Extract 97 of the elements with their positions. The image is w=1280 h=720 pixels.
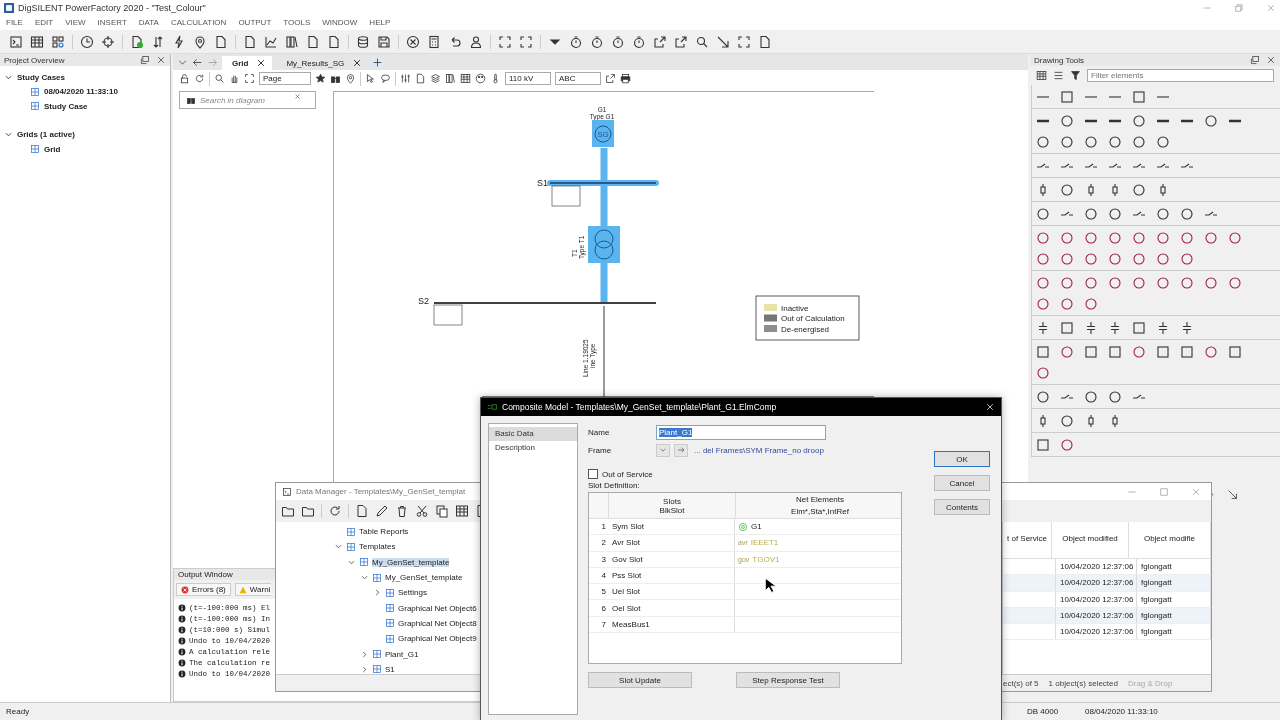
table-cell: IEEET1: [750, 538, 779, 548]
table-cell: TGOV1: [752, 554, 780, 564]
table-cell: 10/04/2020 12:37:06: [1056, 624, 1137, 640]
menu-item[interactable]: TOOLS: [283, 18, 311, 27]
panel-title: Project Overview: [4, 55, 65, 65]
tree-item[interactable]: S1: [385, 664, 395, 674]
tree-item[interactable]: Graphical Net Object9: [398, 634, 477, 644]
legend-label: Out of Calculation: [781, 314, 845, 323]
table-cell-text: Gov Slot: [611, 554, 644, 564]
column-subheader: Elm*,Sta*,IntRef: [791, 507, 849, 516]
tree-item[interactable]: Table Reports: [359, 527, 409, 537]
tree-item[interactable]: Settings: [398, 588, 427, 598]
table-cell: fglongatt: [1137, 607, 1211, 624]
dialog-button[interactable]: Cancel: [934, 475, 990, 491]
menu-item[interactable]: CALCULATION: [170, 18, 227, 27]
dialog-button[interactable]: OK: [934, 451, 990, 467]
row-number: 1: [600, 522, 607, 532]
database-status: DB 4000: [1027, 707, 1060, 716]
dialog-button[interactable]: Contents: [934, 499, 990, 515]
tree-item[interactable]: Study Cases: [17, 72, 66, 82]
label-select[interactable]: ABC: [555, 72, 601, 85]
generator-label: SG: [597, 130, 609, 139]
zoom-select[interactable]: Page: [259, 72, 311, 85]
row-number: 2: [600, 538, 607, 548]
tree-item[interactable]: 08/04/2020 11:33:10: [44, 87, 118, 97]
field-label: Frame: [588, 445, 613, 455]
page-item[interactable]: Basic Data: [489, 427, 577, 441]
name-field[interactable]: Plant_G1: [656, 424, 826, 440]
section-label: Slot Definition:: [588, 481, 641, 492]
table-cell: fglongatt: [1137, 559, 1211, 575]
filter-tab[interactable]: Errors (8): [176, 583, 231, 596]
tree-item[interactable]: My_GenSet_template: [372, 557, 450, 567]
table-cell-text: Avr Slot: [611, 538, 641, 548]
table-cell-text: Oel Slot: [611, 603, 642, 613]
menu-item[interactable]: HELP: [369, 18, 391, 27]
column-header[interactable]: t of Service: [1003, 522, 1052, 558]
tree-item[interactable]: Templates: [359, 542, 396, 552]
column-subheader: BlkSlot: [659, 505, 685, 515]
tree-item[interactable]: Study Case: [44, 101, 88, 111]
column-header[interactable]: Object modifie: [1129, 522, 1211, 558]
voltage-select[interactable]: 110 kV: [505, 72, 551, 85]
filter-field[interactable]: Filter elements: [1087, 69, 1274, 82]
table-cell: G1: [751, 522, 762, 532]
tree-item[interactable]: Grid: [44, 144, 61, 154]
row-number: 3: [600, 554, 607, 564]
status-time: 08/04/2020 11:33:10: [1085, 707, 1159, 716]
checkbox-label: Out of Service: [602, 469, 653, 479]
step-response-button[interactable]: Step Response Test: [736, 672, 840, 688]
row-number: 4: [600, 571, 607, 581]
menu-item[interactable]: VIEW: [65, 18, 86, 27]
table-cell: 10/04/2020 12:37:06: [1056, 591, 1137, 607]
column-header: Net Elements: [796, 495, 844, 504]
table-cell-text: MeasBus1: [611, 619, 651, 629]
busbar-label: S1: [537, 178, 548, 188]
search-field[interactable]: Search in diagram: [179, 91, 316, 109]
status-text: 1 object(s) selected: [1048, 678, 1118, 688]
panel-title: Drawing Tools: [1034, 55, 1085, 65]
window-title: DigSILENT PowerFactory 2020 - "Test_Colour": [18, 2, 206, 13]
legend-label: Inactive: [781, 303, 809, 313]
frame-link[interactable]: ... del Frames\SYM Frame_no droop: [694, 445, 824, 455]
search-input[interactable]: Search in diagram: [200, 95, 290, 105]
page-item[interactable]: Description: [489, 441, 577, 455]
window-title: Data Manager - Templates\My_GenSet_templat: [296, 487, 466, 496]
table-cell-text: Sym Slot: [611, 522, 645, 532]
legend-label: De-energised: [781, 324, 830, 334]
column-header: Slots: [663, 496, 681, 506]
status-text: ect(s) of 5: [1003, 678, 1039, 688]
busbar-label: S2: [418, 296, 429, 306]
menu-item[interactable]: FILE: [6, 18, 23, 27]
table-cell: 10/04/2020 12:37:06: [1056, 575, 1137, 591]
menu-item[interactable]: INSERT: [97, 18, 127, 27]
table-cell: fglongatt: [1137, 575, 1211, 591]
row-number: 6: [600, 603, 607, 613]
row-number: 5: [600, 587, 607, 597]
menu-item[interactable]: DATA: [138, 18, 159, 27]
table-cell: fglongatt: [1137, 624, 1211, 640]
menu-item[interactable]: OUTPUT: [238, 18, 272, 27]
field-label: Name: [588, 427, 611, 437]
tree-item[interactable]: Graphical Net Object6: [398, 603, 477, 613]
tree-item[interactable]: Plant_G1: [385, 649, 419, 659]
tree-item[interactable]: Graphical Net Object8: [398, 618, 477, 628]
filter-tab[interactable]: Warni: [234, 583, 272, 596]
menu-item[interactable]: EDIT: [34, 18, 54, 27]
menu-item[interactable]: WINDOW: [322, 18, 358, 27]
tree-item[interactable]: My_GenSet_template: [385, 573, 463, 583]
table-cell-text: Pss Slot: [611, 571, 643, 581]
column-header[interactable]: Object modified: [1052, 522, 1129, 558]
row-number: 7: [600, 619, 607, 629]
table-cell-text: Uel Slot: [611, 587, 641, 597]
table-cell: fglongatt: [1137, 591, 1211, 607]
slot-update-button[interactable]: Slot Update: [588, 672, 692, 688]
table-cell: 10/04/2020 12:37:06: [1056, 559, 1137, 575]
dialog-title: Composite Model - Templates\My_GenSet_template\Plant_G1.ElmComp: [502, 402, 777, 412]
status-message: Ready: [6, 707, 30, 716]
table-cell: 10/04/2020 12:37:06: [1056, 607, 1137, 624]
tree-item[interactable]: Grids (1 active): [17, 130, 75, 140]
diagram-tab[interactable]: Grid: [222, 56, 273, 70]
